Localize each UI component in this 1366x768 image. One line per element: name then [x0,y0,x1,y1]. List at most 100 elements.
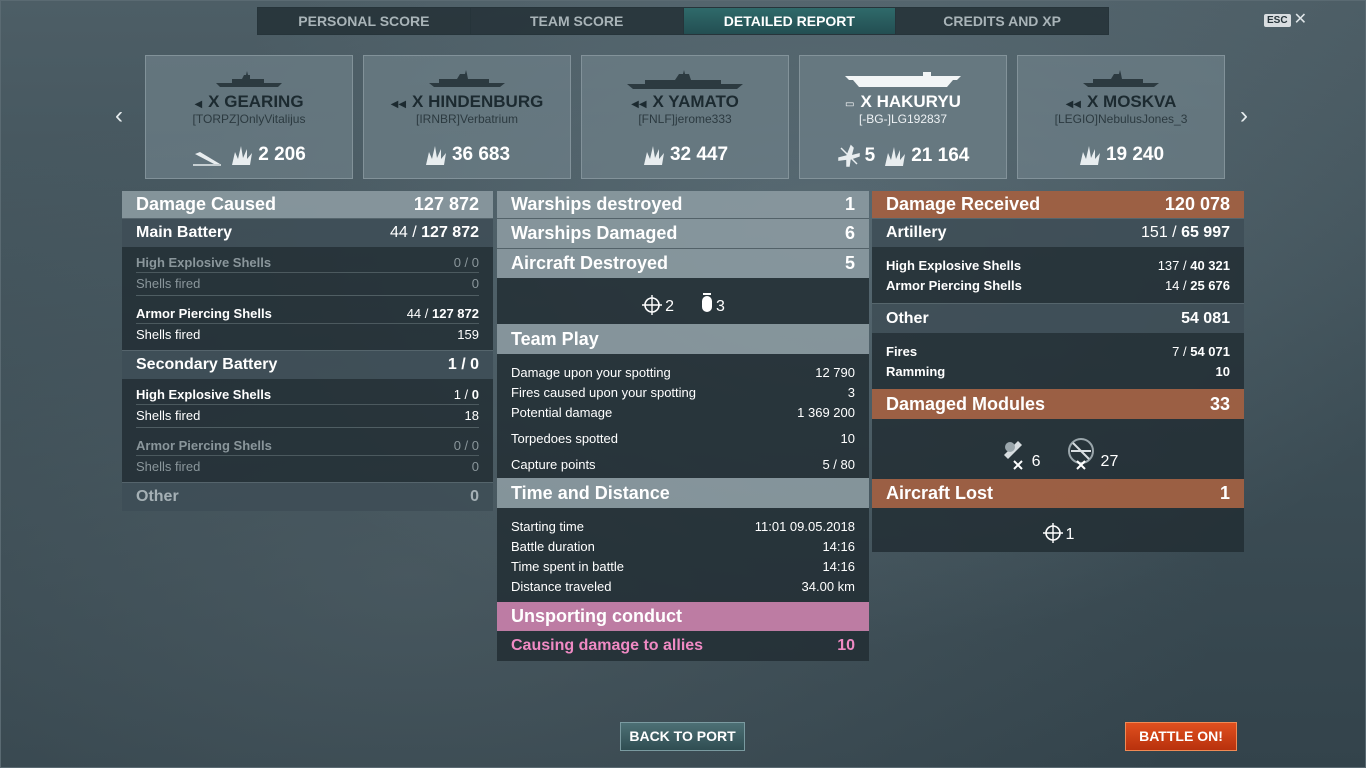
fighter-crosshair-icon [642,295,663,315]
ship-tier: X [1086,92,1099,111]
damage-value: 21 164 [911,145,970,166]
back-to-port-button[interactable]: BACK TO PORT [620,722,745,751]
unsporting-conduct-header: Unsporting conduct [497,602,869,631]
battle-button[interactable]: BATTLE ON! [1125,722,1237,751]
ship-name: MOSKVA [1103,92,1177,111]
destroyer-silhouette-icon [216,71,282,87]
battleship-class-icon: ◀◀ [631,99,647,110]
sunk-ship-icon [192,144,222,166]
damage-caused-panel: Damage Caused 127 872 Main Battery 44 / 12… [122,191,493,511]
aircraft-destroyed-row: Aircraft Destroyed 5 [497,248,869,278]
ship-card-hindenburg[interactable]: ◀◀ X HINDENBURG [IRNBR]Verbatrium 36 683 [363,55,571,179]
tp-row: Damage upon your spotting 12 790 [511,364,855,380]
ship-tier: X [412,92,424,111]
tp-row: Fires caused upon your spotting 3 [511,384,855,400]
mb-he-shells-row: High Explosive Shells 0 / 0 [136,253,479,273]
damage-value: 2 206 [258,144,306,165]
mb-ap-fired-row: Shells fired 159 [136,326,479,342]
aa-module-damaged-icon [1067,438,1094,470]
ship-name: YAMATO [668,92,739,111]
damage-icon [1079,146,1100,165]
fighters-lost-count: 1 [1065,526,1075,543]
fighters-destroyed-count: 2 [665,298,674,315]
bombers-destroyed-count: 3 [716,298,725,315]
td-row: Time spent in battle 14:16 [511,558,855,574]
damage-icon [232,146,253,165]
td-row: Distance traveled 34.00 km [511,578,855,594]
tab-bar: PERSONAL SCORE TEAM SCORE DETAILED REPOR… [257,7,1109,35]
team-play-list: Damage upon your spotting 12 790 Fires ca… [497,354,869,478]
damaged-modules-header: Damaged Modules 33 [872,389,1244,419]
cruiser-class-icon: ◀◀ [390,99,407,110]
ship-tier: X [208,92,220,111]
damage-icon [885,147,906,166]
tp-row: Capture points 5 / 80 [511,456,855,472]
sb-he-fired-row: Shells fired 18 [136,407,479,423]
td-row: Battle duration 14:16 [511,538,855,554]
carousel-prev-button[interactable]: ‹ [115,104,123,128]
guns-damaged-count: 6 [1031,453,1041,470]
tab-team-score[interactable]: TEAM SCORE [471,8,684,34]
kills-value: 5 [864,145,876,166]
ship-tier: X [860,92,872,111]
ship-name: HAKURYU [876,92,961,111]
damage-icon [425,146,446,165]
ramming-row: Ramming 10 [886,363,1230,379]
damage-icon [643,146,664,165]
secondary-battery-row: Secondary Battery 1 / 0 [122,350,493,379]
ship-name: GEARING [224,92,304,111]
ally-damage-row: Causing damage to allies 10 [511,637,855,654]
aa-damaged-count: 27 [1100,453,1119,470]
fires-row: Fires 7 / 54 071 [886,343,1230,359]
close-icon: ✕ [1293,11,1307,28]
tab-personal-score[interactable]: PERSONAL SCORE [258,8,471,34]
cruiser-silhouette-icon [1083,70,1159,87]
damage-value: 36 683 [451,144,511,165]
damage-received-panel: Damage Received 120 078 Artillery 151 / 65… [872,191,1244,552]
td-row: Starting time 11:01 09.05.2018 [511,518,855,534]
sb-ap-fired-row: Shells fired 0 [136,458,479,474]
carrier-class-icon: ▭ [845,99,855,110]
close-button[interactable]: ESC ✕ [1264,11,1307,28]
time-distance-list: Starting time 11:01 09.05.2018 Battle dur… [497,508,869,602]
ship-card-hakuryu[interactable]: ▭ X HAKURYU [-BG-]LG192837 5 21 164 [799,55,1007,179]
ship-card-gearing[interactable]: ◀ X GEARING [TORPZ]OnlyVitalijus 2 206 [145,55,353,179]
battleship-silhouette-icon [627,70,743,89]
player-name: [FNLF]jerome333 [638,112,732,126]
artillery-row: Artillery 151 / 65 997 [872,218,1244,247]
received-he-row: High Explosive Shells 137 / 40 321 [886,257,1230,273]
damage-received-header: Damage Received 120 078 [872,191,1244,218]
received-ap-row: Armor Piercing Shells 14 / 25 676 [886,277,1230,293]
damage-caused-header: Damage Caused 127 872 [122,191,493,218]
fighter-crosshair-icon [1042,523,1063,543]
bomber-icon [702,293,712,312]
esc-key-label: ESC [1264,13,1291,27]
tab-detailed-report[interactable]: DETAILED REPORT [683,8,897,34]
tp-row: Torpedoes spotted 10 [511,430,855,446]
warships-damaged-row: Warships Damaged 6 [497,218,869,248]
player-name: [IRNBR]Verbatrium [415,112,519,126]
team-play-header: Team Play [497,324,869,354]
sb-ap-shells-row: Armor Piercing Shells 0 / 0 [136,436,479,456]
player-name: [TORPZ]OnlyVitalijus [192,112,306,126]
warships-destroyed-row: Warships destroyed 1 [497,191,869,218]
ship-card-yamato[interactable]: ◀◀ X YAMATO [FNLF]jerome333 32 447 [581,55,789,179]
tab-credits-and-xp[interactable]: CREDITS AND XP [896,8,1108,34]
damage-value: 32 447 [669,144,729,165]
player-name: [LEGIO]NebulusJones_3 [1054,112,1188,126]
carousel-next-button[interactable]: › [1240,104,1248,128]
time-distance-header: Time and Distance [497,478,869,508]
aircraft-lost-header: Aircraft Lost 1 [872,479,1244,508]
ship-name: HINDENBURG [428,92,544,111]
tp-row: Potential damage 1 369 200 [511,404,855,420]
player-name: [-BG-]LG192837 [858,112,948,126]
ship-card-moskva[interactable]: ◀◀ X MOSKVA [LEGIO]NebulusJones_3 19 240 [1017,55,1225,179]
gun-module-damaged-icon [1003,441,1023,470]
combat-summary-panel: Warships destroyed 1 Warships Damaged 6 Ai… [497,191,869,661]
cruiser-class-icon: ◀◀ [1065,99,1081,110]
carrier-silhouette-icon [845,72,961,87]
other-damage-row: Other 0 [122,482,493,511]
other-received-row: Other 54 081 [872,303,1244,333]
sb-he-shells-row: High Explosive Shells 1 / 0 [136,385,479,405]
ship-tier: X [652,92,664,111]
